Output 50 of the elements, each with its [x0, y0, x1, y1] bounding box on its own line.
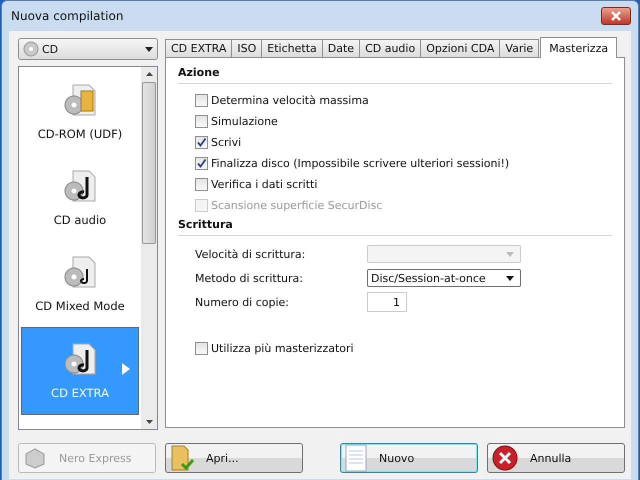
checkbox[interactable]	[195, 342, 208, 355]
scrollbar[interactable]	[141, 67, 157, 429]
compilation-type-item[interactable]: CD audio	[21, 155, 139, 241]
document-icon	[345, 444, 367, 472]
field-label: Numero di copie:	[195, 296, 290, 308]
folder-icon	[170, 444, 194, 472]
checkbox-label: Determina velocità massima	[211, 94, 369, 107]
field-label: Velocità di scrittura:	[195, 248, 306, 260]
window-title: Nuova compilation	[10, 9, 124, 23]
checkbox-label: Scrivi	[211, 136, 242, 149]
section-heading: Azione	[178, 66, 221, 79]
media-dropdown[interactable]: CD	[18, 38, 158, 60]
checkbox[interactable]	[195, 178, 208, 191]
checkbox-label: Verifica i dati scritti	[211, 178, 318, 191]
section-heading: Scrittura	[178, 218, 234, 231]
scroll-down-icon[interactable]	[146, 420, 152, 424]
tab[interactable]: CD audio	[359, 39, 422, 57]
button[interactable]: Nuovo	[340, 443, 478, 473]
caret-icon	[506, 252, 514, 256]
tab[interactable]: CD EXTRA	[165, 39, 232, 57]
checkbox-label: Scansione superficie SecurDisc	[211, 199, 382, 212]
checkbox-label: Finalizza disco (Impossibile scrivere ulteriori sessioni!)	[211, 157, 510, 170]
cancel-icon	[492, 445, 518, 471]
compilation-type-item[interactable]: CD-ROM (UDF)	[21, 69, 139, 155]
compilation-type-item[interactable]: CD Mixed Mode	[21, 241, 139, 327]
scroll-up-icon[interactable]	[146, 72, 152, 76]
tab[interactable]: Etichetta	[261, 39, 323, 57]
arrow-icon	[122, 363, 130, 375]
close-icon	[610, 11, 622, 21]
tab[interactable]: ISO	[231, 39, 262, 57]
button[interactable]: Annulla	[487, 443, 625, 473]
checkbox-label: Utilizza più masterizzatori	[211, 342, 354, 355]
tab[interactable]: Opzioni CDA	[420, 39, 500, 57]
caret-icon	[145, 46, 153, 52]
checkbox[interactable]	[195, 94, 208, 107]
checkbox[interactable]	[195, 157, 208, 170]
checkbox[interactable]	[195, 136, 208, 149]
caret-icon	[506, 276, 514, 280]
disc-icon	[23, 41, 39, 57]
close-button[interactable]	[601, 7, 631, 25]
checkbox[interactable]	[195, 115, 208, 128]
field-label: Metodo di scrittura:	[195, 272, 304, 284]
button[interactable]: Apri...	[165, 443, 303, 473]
number-field[interactable]: 1	[367, 292, 407, 312]
tab[interactable]: Varie	[499, 39, 540, 57]
cube-icon	[23, 446, 47, 470]
dropdown[interactable]: Disc/Session-at-once	[367, 269, 521, 287]
tab[interactable]: Date	[322, 39, 360, 57]
tab[interactable]: Masterizza	[540, 37, 618, 58]
checkbox-label: Simulazione	[211, 115, 278, 128]
